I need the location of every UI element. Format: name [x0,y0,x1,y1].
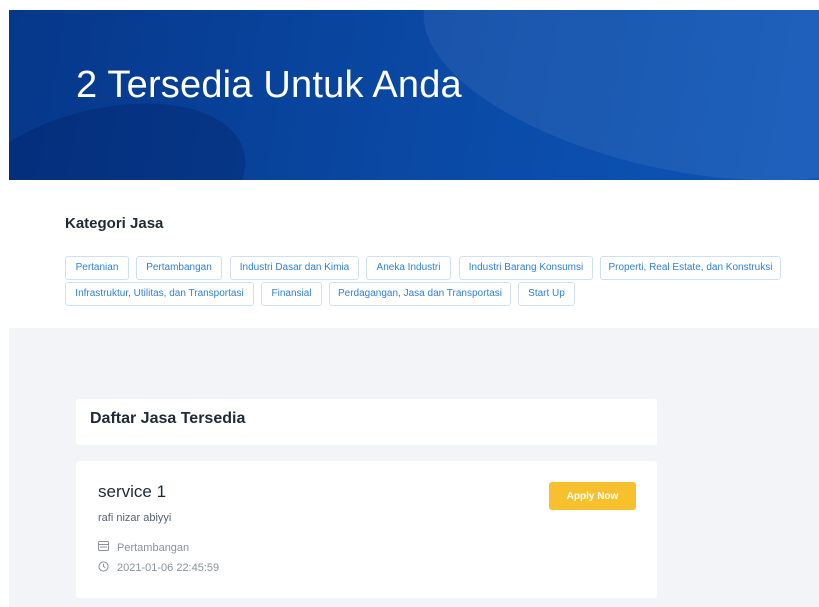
hero-wave-decoration [401,10,819,180]
service-category: Pertambangan [117,541,190,554]
category-tag-pertanian[interactable]: Pertanian [65,256,129,280]
category-tag-industri-dasar[interactable]: Industri Dasar dan Kimia [230,256,359,280]
category-tag-pertambangan[interactable]: Pertambangan [136,256,222,280]
clock-icon [98,561,109,575]
service-owner: rafi nizar abiyyi [98,512,172,524]
category-icon [98,541,109,554]
category-tag-start-up[interactable]: Start Up [518,282,575,306]
services-list-title: Daftar Jasa Tersedia [90,410,246,427]
category-tag-properti[interactable]: Properti, Real Estate, dan Konstruksi [600,256,781,280]
services-header-card: Daftar Jasa Tersedia [76,399,657,445]
service-datetime: 2021-01-06 22:45:59 [117,562,220,574]
category-tag-aneka-industri[interactable]: Aneka Industri [366,256,451,280]
hero-title: 2 Tersedia Untuk Anda [76,64,462,106]
hero-banner: 2 Tersedia Untuk Anda [9,10,819,180]
service-card: service 1 rafi nizar abiyyi Pertambangan… [76,461,657,598]
apply-now-button[interactable]: Apply Now [549,482,636,510]
category-tag-perdagangan[interactable]: Perdagangan, Jasa dan Transportasi [329,282,511,306]
service-datetime-row: 2021-01-06 22:45:59 [98,561,219,575]
service-category-row: Pertambangan [98,541,189,554]
category-tag-industri-barang-konsumsi[interactable]: Industri Barang Konsumsi [459,256,593,280]
category-tag-finansial[interactable]: Finansial [261,282,322,306]
category-tag-infrastruktur[interactable]: Infrastruktur, Utilitas, dan Transportas… [65,282,254,306]
category-section-title: Kategori Jasa [65,215,164,232]
service-name[interactable]: service 1 [98,482,166,502]
